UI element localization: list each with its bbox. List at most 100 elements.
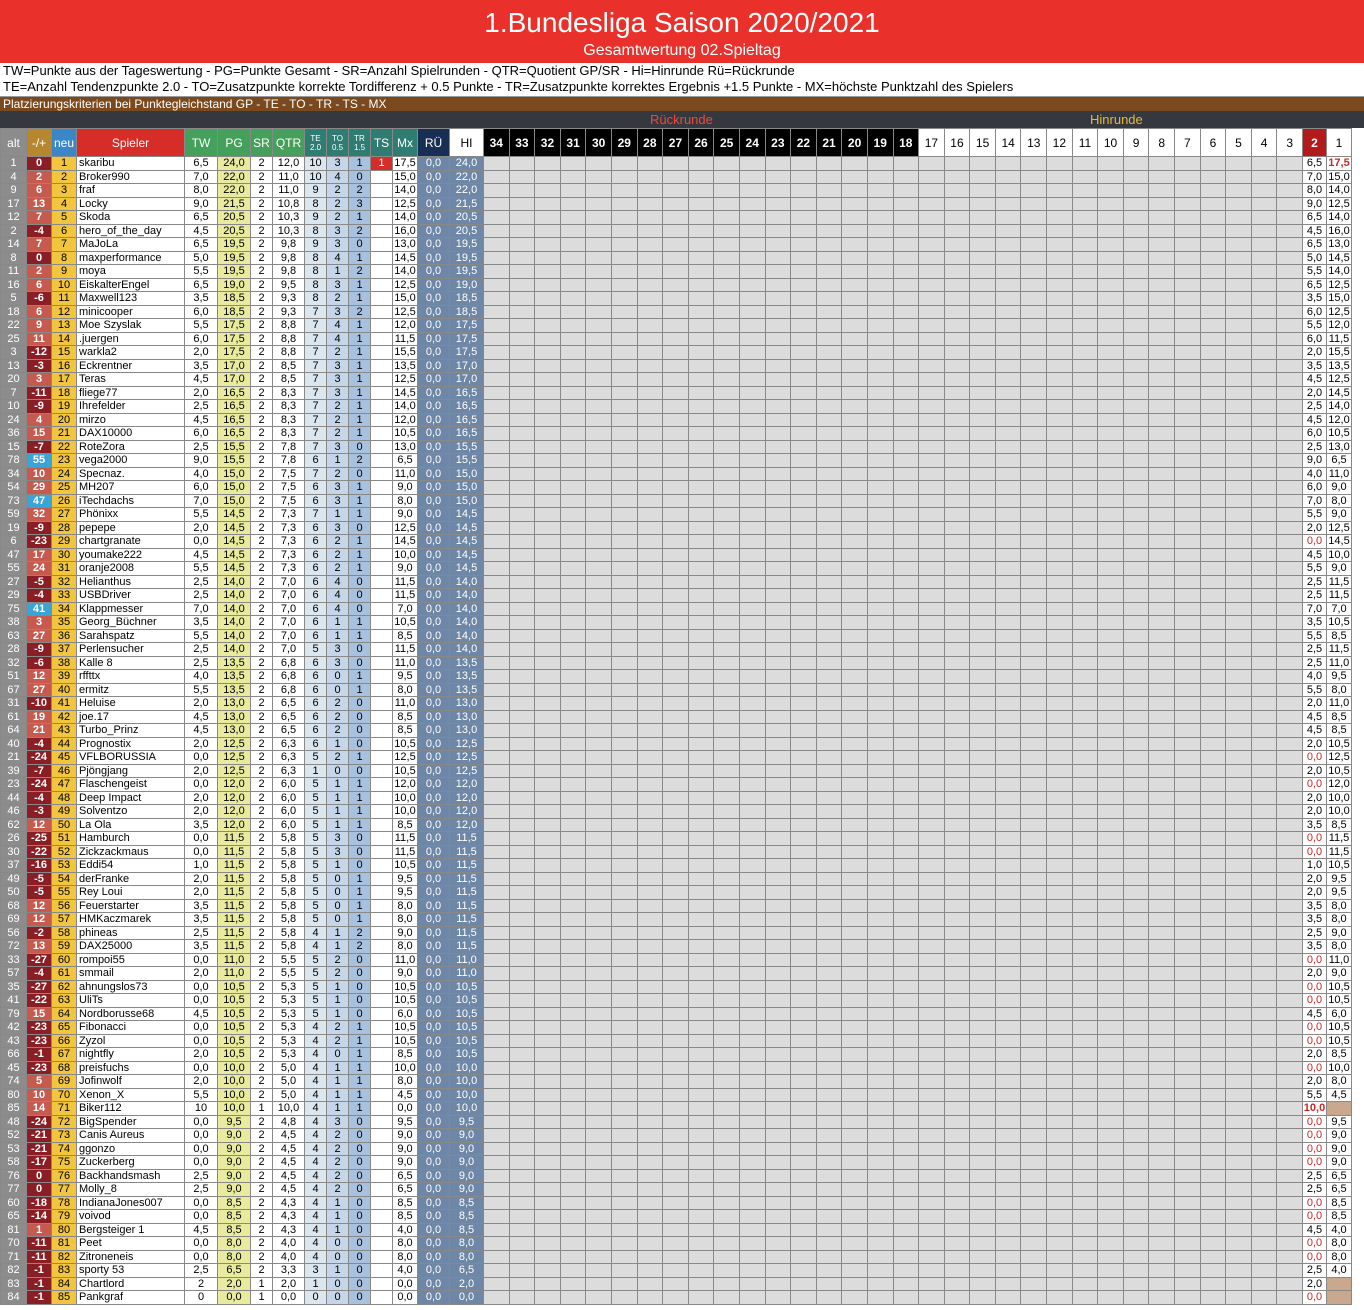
cell-spieler[interactable]: skaribu <box>76 156 185 171</box>
col-to[interactable]: TO 0.5 <box>326 128 349 157</box>
cell-spieler[interactable]: youmake222 <box>76 547 185 562</box>
table-row[interactable]: 20 3 17 Teras 4,5 17,0 2 8,5 7 3 1 12,5 0,0 17,0 4,5 12… <box>0 372 1352 387</box>
cell-spieler[interactable]: Chartlord <box>76 1276 185 1291</box>
cell-spieler[interactable]: La Ola <box>76 817 185 832</box>
table-row[interactable]: 81 1 80 Bergsteiger 1 4,5 8,5 2 4,3 4 1 0 4,0 0,0 8,5… <box>0 1222 1352 1237</box>
col-round-5[interactable]: 5 <box>1225 128 1252 157</box>
table-row[interactable]: 46 -3 49 Solventzo 2,0 12,0 2 6,0 5 1 1 10,0 0,0 12,0… <box>0 804 1352 819</box>
col-round-24[interactable]: 24 <box>738 128 766 157</box>
cell-spieler[interactable]: MH207 <box>76 480 185 495</box>
col-round-18[interactable]: 18 <box>892 128 920 157</box>
col-round-13[interactable]: 13 <box>1020 128 1048 157</box>
table-row[interactable]: 48 -24 72 BigSpender 0,0 9,5 2 4,8 4 3 0 9,5 0,0 9,5 0… <box>0 1114 1352 1129</box>
col-qtr[interactable]: QTR <box>272 128 305 157</box>
table-row[interactable]: 31 -10 41 Heluise 2,0 13,0 2 6,5 6 2 0 11,0 0,0 13,0 2… <box>0 696 1352 711</box>
cell-spieler[interactable]: RoteZora <box>76 439 185 454</box>
table-row[interactable]: 8 0 8 maxperformance 5,0 19,5 2 9,8 8 4 1 14,5 0,0 19… <box>0 250 1352 265</box>
table-row[interactable]: 37 -16 53 Eddi54 1,0 11,5 2 5,8 5 1 0 10,5 0,0 11,5 1,… <box>0 858 1352 873</box>
table-row[interactable]: 38 3 35 Georg_Büchner 3,5 14,0 2 7,0 6 1 1 10,5 0,0 1… <box>0 615 1352 630</box>
cell-spieler[interactable]: pepepe <box>76 520 185 535</box>
table-row[interactable]: 30 -22 52 Zickzackmaus 0,0 11,5 2 5,8 5 3 0 11,5 0,0… <box>0 844 1352 859</box>
col-round-19[interactable]: 19 <box>866 128 894 157</box>
cell-spieler[interactable]: ahnungslos73 <box>76 979 185 994</box>
col-round-31[interactable]: 31 <box>559 128 587 157</box>
cell-spieler[interactable]: Prognostix <box>76 736 185 751</box>
col-alt[interactable]: alt <box>0 128 27 157</box>
col-round-28[interactable]: 28 <box>636 128 664 157</box>
table-row[interactable]: 1 0 1 skaribu 6,5 24,0 2 12,0 10 3 1 1 17,5 0,0 24,0 6,… <box>0 156 1352 171</box>
table-row[interactable]: 14 7 7 MaJoLa 6,5 19,5 2 9,8 9 3 0 13,0 0,0 19,5 6,5 13… <box>0 237 1352 252</box>
cell-spieler[interactable]: Sarahspatz <box>76 628 185 643</box>
col-round-12[interactable]: 12 <box>1046 128 1073 157</box>
col-round-14[interactable]: 14 <box>994 128 1022 157</box>
col-round-9[interactable]: 9 <box>1122 128 1150 157</box>
col-round-11[interactable]: 11 <box>1071 128 1099 157</box>
col-round-1[interactable]: 1 <box>1326 128 1352 157</box>
cell-spieler[interactable]: Ihrefelder <box>76 399 185 414</box>
cell-spieler[interactable]: Maxwell123 <box>76 291 185 306</box>
table-row[interactable]: 35 -27 62 ahnungslos73 0,0 10,5 2 5,3 5 1 0 10,5 0,0… <box>0 979 1352 994</box>
cell-spieler[interactable]: Pjöngjang <box>76 763 185 778</box>
cell-spieler[interactable]: Zitroneneis <box>76 1249 185 1264</box>
table-row[interactable]: 55 24 31 oranje2008 5,5 14,5 2 7,3 6 2 1 9,0 0,0 14,5… <box>0 561 1352 576</box>
cell-spieler[interactable]: smmail <box>76 966 185 981</box>
cell-spieler[interactable]: minicooper <box>76 304 185 319</box>
table-row[interactable]: 71 -11 82 Zitroneneis 0,0 8,0 2 4,0 4 0 0 8,0 0,0 8,0… <box>0 1249 1352 1264</box>
col-round-10[interactable]: 10 <box>1097 128 1124 157</box>
table-row[interactable]: 26 -25 51 Hamburch 0,0 11,5 2 5,8 5 3 0 11,5 0,0 11,5… <box>0 831 1352 846</box>
cell-spieler[interactable]: derFranke <box>76 871 185 886</box>
col-te[interactable]: TE 2.0 <box>304 128 327 157</box>
table-row[interactable]: 50 -5 55 Rey Loui 2,0 11,5 2 5,8 5 0 1 9,5 0,0 11,5 2,… <box>0 885 1352 900</box>
table-row[interactable]: 33 -27 60 rompoi55 0,0 11,0 2 5,5 5 2 0 11,0 0,0 11,0… <box>0 952 1352 967</box>
cell-spieler[interactable]: DAX25000 <box>76 939 185 954</box>
table-row[interactable]: 44 -4 48 Deep Impact 2,0 12,0 2 6,0 5 1 1 10,0 0,0 12… <box>0 790 1352 805</box>
table-row[interactable]: 64 21 43 Turbo_Prinz 4,5 13,0 2 6,5 6 2 0 8,5 0,0 13,… <box>0 723 1352 738</box>
cell-spieler[interactable]: VFLBORUSSIA <box>76 750 185 765</box>
cell-spieler[interactable]: DAX10000 <box>76 426 185 441</box>
col-round-7[interactable]: 7 <box>1174 128 1201 157</box>
col-hi[interactable]: HI <box>449 128 484 157</box>
cell-spieler[interactable]: USBDriver <box>76 588 185 603</box>
cell-spieler[interactable]: Hamburch <box>76 831 185 846</box>
table-row[interactable]: 57 -4 61 smmail 2,0 11,0 2 5,5 5 2 0 9,0 0,0 11,0 2,0 9… <box>0 966 1352 981</box>
col-round-32[interactable]: 32 <box>534 128 561 157</box>
cell-spieler[interactable]: Feuerstarter <box>76 898 185 913</box>
col-round-23[interactable]: 23 <box>764 128 792 157</box>
cell-spieler[interactable]: joe.17 <box>76 709 185 724</box>
cell-spieler[interactable]: moya <box>76 264 185 279</box>
cell-spieler[interactable]: Helianthus <box>76 574 185 589</box>
table-row[interactable]: 11 2 9 moya 5,5 19,5 2 9,8 8 1 2 14,0 0,0 19,5 5,5 14,0 <box>0 264 1352 279</box>
col-round-6[interactable]: 6 <box>1199 128 1227 157</box>
table-row[interactable]: 60 -18 78 IndianaJones007 0,0 8,5 2 4,3 4 1 0 8,5 0,… <box>0 1195 1352 1210</box>
table-row[interactable]: 29 -4 33 USBDriver 2,5 14,0 2 7,0 6 4 0 11,5 0,0 14,0… <box>0 588 1352 603</box>
cell-spieler[interactable]: Zyzol <box>76 1033 185 1048</box>
table-row[interactable]: 84 -1 85 Pankgraf 0 0,0 1 0,0 0 0 0 0,0 0,0 0,0 0,0 <box>0 1290 1352 1305</box>
cell-spieler[interactable]: Backhandsmash <box>76 1168 185 1183</box>
table-row[interactable]: 59 32 27 Phönixx 5,5 14,5 2 7,3 7 1 1 9,0 0,0 14,5 5,5… <box>0 507 1352 522</box>
table-row[interactable]: 72 13 59 DAX25000 3,5 11,5 2 5,8 4 1 2 8,0 0,0 11,5 3,… <box>0 939 1352 954</box>
table-row[interactable]: 4 2 2 Broker990 7,0 22,0 2 11,0 10 4 0 15,0 0,0 22,0 7… <box>0 169 1352 184</box>
table-row[interactable]: 73 47 26 iTechdachs 7,0 15,0 2 7,5 6 3 1 8,0 0,0 15,0… <box>0 493 1352 508</box>
cell-spieler[interactable]: maxperformance <box>76 250 185 265</box>
cell-spieler[interactable]: UliTs <box>76 993 185 1008</box>
cell-spieler[interactable]: ermitz <box>76 682 185 697</box>
table-row[interactable]: 67 27 40 ermitz 5,5 13,5 2 6,8 6 0 1 8,0 0,0 13,5 5,5 8… <box>0 682 1352 697</box>
table-row[interactable]: 70 -11 81 Peet 0,0 8,0 2 4,0 4 0 0 8,0 0,0 8,0 0,0 8,0 <box>0 1236 1352 1251</box>
table-row[interactable]: 24 4 20 mirzo 4,5 16,5 2 8,3 7 2 1 12,0 0,0 16,5 4,5 12… <box>0 412 1352 427</box>
cell-spieler[interactable]: fraf <box>76 183 185 198</box>
col-round-15[interactable]: 15 <box>969 128 996 157</box>
col-round-26[interactable]: 26 <box>687 128 715 157</box>
cell-spieler[interactable]: Deep Impact <box>76 790 185 805</box>
col-neu[interactable]: neu <box>51 128 77 157</box>
col-round-2[interactable]: 2 <box>1302 128 1327 157</box>
table-row[interactable]: 77 0 77 Molly_8 2,5 9,0 2 4,5 4 2 0 6,5 0,0 9,0 2,5 6,5 <box>0 1182 1352 1197</box>
cell-spieler[interactable]: Turbo_Prinz <box>76 723 185 738</box>
table-row[interactable]: 7 -11 18 fliege77 2,0 16,5 2 8,3 7 3 1 14,5 0,0 16,5 2… <box>0 385 1352 400</box>
table-row[interactable]: 54 29 25 MH207 6,0 15,0 2 7,5 6 3 1 9,0 0,0 15,0 6,0 9,… <box>0 480 1352 495</box>
table-row[interactable]: 43 -23 66 Zyzol 0,0 10,5 2 5,3 4 2 1 10,5 0,0 10,5 0,0… <box>0 1033 1352 1048</box>
table-row[interactable]: 66 -1 67 nightfly 2,0 10,5 2 5,3 4 0 1 8,5 0,0 10,5 2,… <box>0 1047 1352 1062</box>
table-row[interactable]: 62 12 50 La Ola 3,5 12,0 2 6,0 5 1 1 8,5 0,0 12,0 3,5 8… <box>0 817 1352 832</box>
cell-spieler[interactable]: Klappmesser <box>76 601 185 616</box>
cell-spieler[interactable]: warkla2 <box>76 345 185 360</box>
table-row[interactable]: 39 -7 46 Pjöngjang 2,0 12,5 2 6,3 1 0 0 10,5 0,0 12,5… <box>0 763 1352 778</box>
